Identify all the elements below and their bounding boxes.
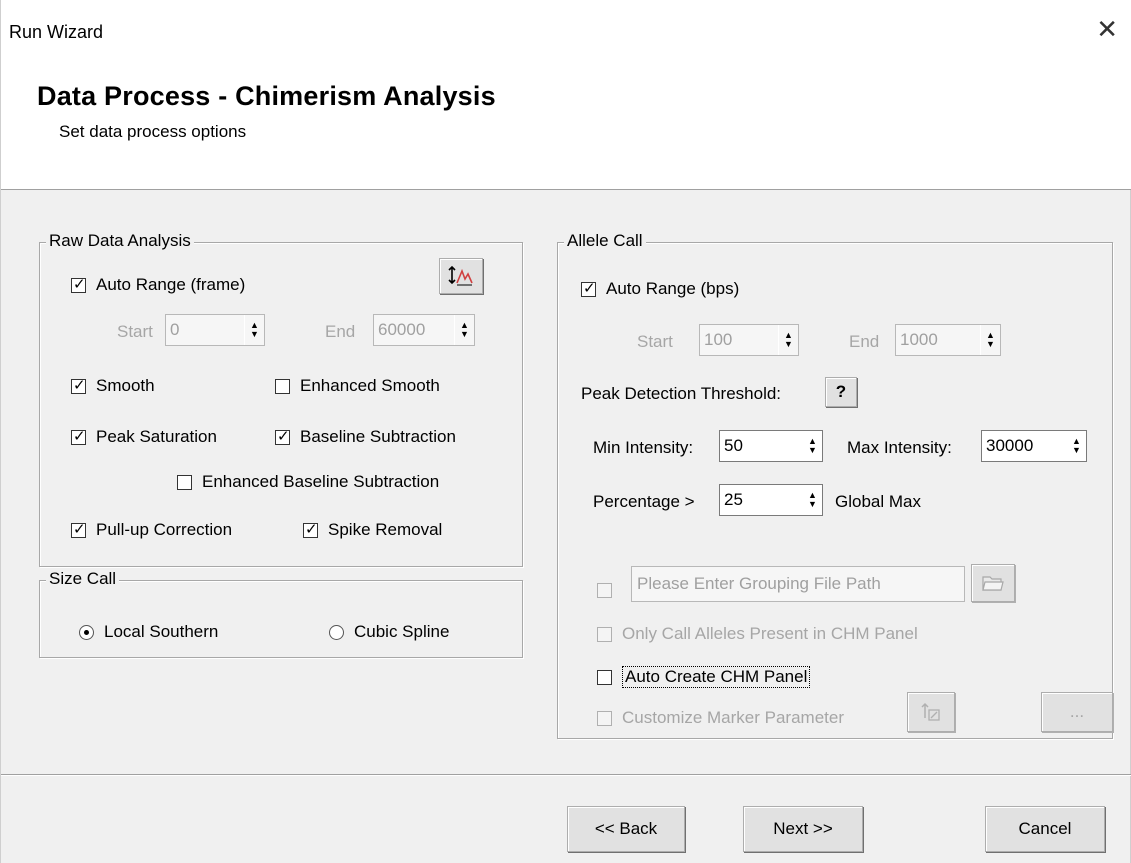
- allele-end-label: End: [849, 332, 880, 351]
- checkbox-box[interactable]: [275, 378, 290, 394]
- only-call-alleles-checkbox[interactable]: Only Call Alleles Present in CHM Panel: [597, 624, 918, 644]
- smooth-label: Smooth: [96, 376, 155, 395]
- more-button[interactable]: ...: [1041, 692, 1113, 732]
- percentage-value: 25: [724, 490, 743, 509]
- allele-start-value: 100: [704, 330, 733, 349]
- spinner-arrows-icon[interactable]: ▲ ▼: [980, 325, 1000, 355]
- auto-range-frame-checkbox[interactable]: Auto Range (frame): [71, 275, 245, 295]
- percentage-spinner[interactable]: 25 ▲ ▼: [719, 484, 823, 516]
- spinner-arrows-icon[interactable]: ▲ ▼: [778, 325, 798, 355]
- edit-parameter-icon: [921, 702, 940, 721]
- only-call-alleles-label: Only Call Alleles Present in CHM Panel: [622, 624, 918, 643]
- browse-folder-button[interactable]: [971, 564, 1015, 602]
- cancel-button[interactable]: Cancel: [985, 806, 1105, 852]
- spinner-arrows-icon[interactable]: ▲ ▼: [802, 431, 822, 461]
- checkbox-box[interactable]: [581, 279, 596, 297]
- radio-button[interactable]: [79, 624, 94, 640]
- auto-create-chm-panel-label: Auto Create CHM Panel: [622, 666, 811, 688]
- window-title: Run Wizard: [9, 22, 104, 42]
- footer-separator: [1, 774, 1131, 776]
- smooth-checkbox[interactable]: Smooth: [71, 376, 155, 396]
- checkbox-box[interactable]: [597, 583, 612, 598]
- auto-range-bps-label: Auto Range (bps): [606, 279, 740, 298]
- allele-call-group: Allele Call: [557, 231, 1113, 739]
- checkbox-box[interactable]: [275, 427, 290, 445]
- checkbox-box[interactable]: [597, 626, 612, 642]
- checkbox-box[interactable]: [597, 710, 612, 726]
- next-button[interactable]: Next >>: [743, 806, 863, 852]
- local-southern-radio[interactable]: Local Southern: [79, 622, 218, 642]
- pullup-correction-checkbox[interactable]: Pull-up Correction: [71, 520, 232, 540]
- raw-start-label: Start: [117, 322, 153, 341]
- spike-removal-label: Spike Removal: [328, 520, 443, 539]
- size-call-legend: Size Call: [46, 569, 120, 589]
- radio-button[interactable]: [329, 624, 344, 640]
- spinner-arrows-icon[interactable]: ▲ ▼: [1066, 431, 1086, 461]
- auto-create-chm-panel-checkbox[interactable]: Auto Create CHM Panel: [597, 666, 811, 688]
- allele-start-spinner[interactable]: 100 ▲ ▼: [699, 324, 799, 356]
- checkbox-box[interactable]: [71, 520, 86, 538]
- raw-start-spinner[interactable]: 0 ▲ ▼: [165, 314, 265, 346]
- spinner-arrows-icon[interactable]: ▲ ▼: [244, 315, 264, 345]
- size-call-group: Size Call: [39, 569, 523, 658]
- spinner-arrows-icon[interactable]: ▲ ▼: [802, 485, 822, 515]
- spike-removal-checkbox[interactable]: Spike Removal: [303, 520, 442, 540]
- checkbox-box[interactable]: [177, 474, 192, 490]
- max-intensity-value: 30000: [986, 436, 1034, 455]
- run-wizard-window: Run Wizard ✕ Data Process - Chimerism An…: [0, 0, 1131, 863]
- range-chart-icon: [448, 265, 473, 286]
- customize-marker-parameter-checkbox[interactable]: Customize Marker Parameter: [597, 708, 844, 728]
- close-icon[interactable]: ✕: [1096, 16, 1118, 42]
- enhanced-smooth-label: Enhanced Smooth: [300, 376, 440, 395]
- grouping-file-checkbox[interactable]: [597, 583, 622, 598]
- range-picker-button[interactable]: [439, 258, 483, 294]
- cubic-spline-radio[interactable]: Cubic Spline: [329, 622, 449, 642]
- min-intensity-spinner[interactable]: 50 ▲ ▼: [719, 430, 823, 462]
- min-intensity-value: 50: [724, 436, 743, 455]
- enhanced-baseline-subtraction-checkbox[interactable]: Enhanced Baseline Subtraction: [177, 472, 439, 492]
- auto-range-bps-checkbox[interactable]: Auto Range (bps): [581, 279, 739, 299]
- checkbox-box[interactable]: [303, 520, 318, 538]
- cubic-spline-label: Cubic Spline: [354, 622, 450, 641]
- raw-data-analysis-legend: Raw Data Analysis: [46, 231, 194, 251]
- raw-start-value: 0: [170, 320, 180, 339]
- wizard-header: Data Process - Chimerism Analysis Set da…: [1, 62, 1131, 190]
- checkbox-box[interactable]: [71, 427, 86, 445]
- customize-marker-parameter-label: Customize Marker Parameter: [622, 708, 845, 727]
- max-intensity-label: Max Intensity:: [847, 438, 952, 457]
- raw-end-spinner[interactable]: 60000 ▲ ▼: [373, 314, 475, 346]
- customize-marker-button[interactable]: [907, 692, 955, 732]
- grouping-file-path-input[interactable]: Please Enter Grouping File Path: [631, 566, 965, 602]
- folder-open-icon: [982, 576, 1004, 591]
- back-button[interactable]: << Back: [567, 806, 685, 852]
- allele-end-spinner[interactable]: 1000 ▲ ▼: [895, 324, 1001, 356]
- peak-detection-threshold-label: Peak Detection Threshold:: [581, 384, 782, 403]
- page-subtitle: Set data process options: [59, 122, 247, 141]
- checkbox-box[interactable]: [71, 275, 86, 293]
- enhanced-baseline-subtraction-label: Enhanced Baseline Subtraction: [202, 472, 440, 491]
- help-button[interactable]: ?: [825, 377, 857, 407]
- auto-range-frame-label: Auto Range (frame): [96, 275, 246, 294]
- percentage-label: Percentage >: [593, 492, 695, 511]
- max-intensity-spinner[interactable]: 30000 ▲ ▼: [981, 430, 1087, 462]
- allele-end-value: 1000: [900, 330, 938, 349]
- spinner-arrows-icon[interactable]: ▲ ▼: [454, 315, 474, 345]
- raw-end-label: End: [325, 322, 356, 341]
- raw-end-value: 60000: [378, 320, 426, 339]
- title-bar: Run Wizard ✕: [1, 0, 1131, 62]
- page-title: Data Process - Chimerism Analysis: [37, 81, 496, 111]
- allele-start-label: Start: [637, 332, 673, 351]
- checkbox-box[interactable]: [71, 376, 86, 394]
- pullup-correction-label: Pull-up Correction: [96, 520, 233, 539]
- enhanced-smooth-checkbox[interactable]: Enhanced Smooth: [275, 376, 440, 396]
- peak-saturation-label: Peak Saturation: [96, 427, 217, 446]
- checkbox-box[interactable]: [597, 669, 612, 685]
- peak-saturation-checkbox[interactable]: Peak Saturation: [71, 427, 217, 447]
- allele-call-legend: Allele Call: [564, 231, 646, 251]
- baseline-subtraction-checkbox[interactable]: Baseline Subtraction: [275, 427, 456, 447]
- global-max-label: Global Max: [835, 492, 921, 511]
- local-southern-label: Local Southern: [104, 622, 219, 641]
- baseline-subtraction-label: Baseline Subtraction: [300, 427, 456, 446]
- min-intensity-label: Min Intensity:: [593, 438, 694, 457]
